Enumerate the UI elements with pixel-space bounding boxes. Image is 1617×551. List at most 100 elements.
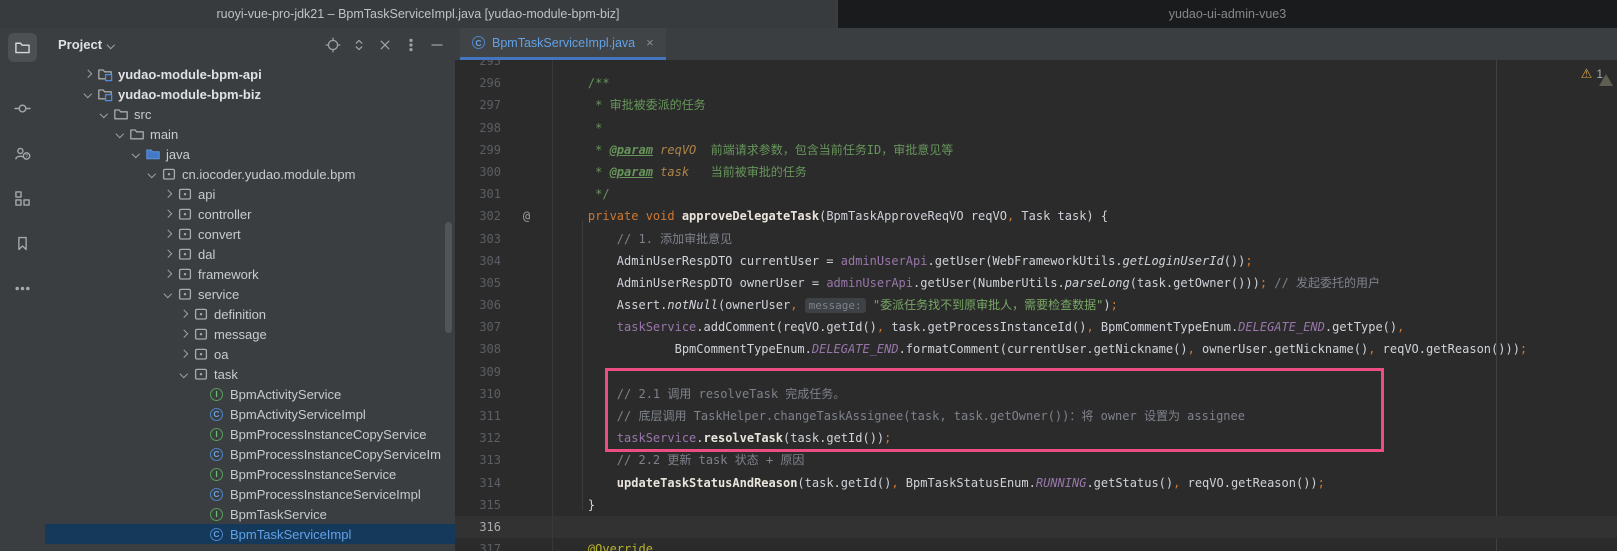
code-line-315[interactable]: 315 } [455,494,1617,516]
gutter[interactable]: 313 [455,449,553,471]
code-line-314[interactable]: 314 updateTaskStatusAndReason(task.getId… [455,472,1617,494]
code-editor[interactable]: 295296 /**297 * 审批被委派的任务298 *299 * @para… [455,60,1617,551]
chevron-right-icon[interactable] [159,246,176,262]
code-line-306[interactable]: 306 Assert.notNull(ownerUser, message: "… [455,294,1617,316]
tree-item-controller[interactable]: controller [45,204,455,224]
chevron-right-icon[interactable] [175,306,192,322]
chevron-right-icon[interactable] [175,346,192,362]
activity-more-tools-icon[interactable] [8,274,37,303]
tree-item-yudao-module-bpm-api[interactable]: yudao-module-bpm-api [45,64,455,84]
code-line-299[interactable]: 299 * @param reqVO 前端请求参数，包含当前任务ID，审批意见等 [455,139,1617,161]
code-line-316[interactable]: 316 [455,516,1617,538]
front-window-titlebar[interactable]: ruoyi-vue-pro-jdk21 – BpmTaskServiceImpl… [0,0,836,28]
chevron-down-icon[interactable] [79,86,96,102]
activity-project-folder-icon[interactable] [8,33,37,62]
code-line-301[interactable]: 301 */ [455,183,1617,205]
tree-item-oa[interactable]: oa [45,344,455,364]
activity-community-help-icon[interactable]: ? [8,139,37,168]
activity-commit-icon[interactable] [8,94,37,123]
line-number[interactable]: 307 [455,316,501,338]
activity-structure-icon[interactable] [8,184,37,213]
gutter[interactable]: 304 [455,250,553,272]
tree-item-main[interactable]: main [45,124,455,144]
close-icon[interactable]: × [646,35,654,50]
chevron-right-icon[interactable] [159,206,176,222]
more-options-icon[interactable] [403,37,419,53]
line-number[interactable]: 312 [455,427,501,449]
activity-bookmarks-icon[interactable] [8,229,37,258]
tree-scrollbar-thumb[interactable] [445,222,452,333]
line-number[interactable]: 314 [455,472,501,494]
tree-item-bpmtaskserviceimpl[interactable]: CBpmTaskServiceImpl [45,524,455,544]
line-number[interactable]: 296 [455,72,501,94]
chevron-down-icon[interactable] [107,41,115,49]
code-line-304[interactable]: 304 AdminUserRespDTO currentUser = admin… [455,250,1617,272]
gutter[interactable]: 303 [455,228,553,250]
gutter[interactable]: 301 [455,183,553,205]
chevron-right-icon[interactable] [159,226,176,242]
gutter[interactable]: 306 [455,294,553,316]
collapse-all-icon[interactable] [377,37,393,53]
tree-item-bpmprocessinstancecopyservice[interactable]: IBpmProcessInstanceCopyService [45,424,455,444]
line-number[interactable]: 309 [455,361,501,383]
line-number[interactable]: 317 [455,538,501,551]
gutter[interactable]: 300 [455,161,553,183]
tree-item-service[interactable]: service [45,284,455,304]
line-number[interactable]: 305 [455,272,501,294]
gutter[interactable]: 297 [455,94,553,116]
line-number[interactable]: 315 [455,494,501,516]
code-line-313[interactable]: 313 // 2.2 更新 task 状态 + 原因 [455,449,1617,471]
code-line-296[interactable]: 296 /** [455,72,1617,94]
chevron-right-icon[interactable] [159,186,176,202]
chevron-down-icon[interactable] [127,146,144,162]
code-line-297[interactable]: 297 * 审批被委派的任务 [455,94,1617,116]
inspections-widget[interactable]: ⚠ 1 [1581,66,1603,82]
line-number[interactable]: 316 [455,516,501,538]
tree-item-bpmprocessinstancecopyserviceim[interactable]: CBpmProcessInstanceCopyServiceIm [45,444,455,464]
code-line-307[interactable]: 307 taskService.addComment(reqVO.getId()… [455,316,1617,338]
gutter[interactable]: 302@ [455,205,553,227]
code-line-308[interactable]: 308 BpmCommentTypeEnum.DELEGATE_END.form… [455,338,1617,360]
line-number[interactable]: 306 [455,294,501,316]
tree-item-bpmactivityservice[interactable]: IBpmActivityService [45,384,455,404]
line-number[interactable]: 308 [455,338,501,360]
tree-item-convert[interactable]: convert [45,224,455,244]
tree-item-definition[interactable]: definition [45,304,455,324]
line-number[interactable]: 298 [455,117,501,139]
tree-item-message[interactable]: message [45,324,455,344]
gutter[interactable]: 298 [455,117,553,139]
code-line-317[interactable]: 317 @Override [455,538,1617,551]
gutter[interactable]: 316 [455,516,553,538]
chevron-down-icon[interactable] [143,166,160,182]
code-line-305[interactable]: 305 AdminUserRespDTO ownerUser = adminUs… [455,272,1617,294]
tree-item-bpmprocessinstanceserviceimpl[interactable]: CBpmProcessInstanceServiceImpl [45,484,455,504]
project-panel-title[interactable]: Project [58,37,102,52]
hide-panel-icon[interactable] [429,37,445,53]
gutter[interactable]: 295 [455,60,553,72]
tree-item-bpmprocessinstanceservice[interactable]: IBpmProcessInstanceService [45,464,455,484]
tab-bpmtaskserviceimpl[interactable]: C BpmTaskServiceImpl.java × [460,28,666,60]
tree-item-api[interactable]: api [45,184,455,204]
line-number[interactable]: 304 [455,250,501,272]
gutter[interactable]: 308 [455,338,553,360]
tree-item-framework[interactable]: framework [45,264,455,284]
tree-item-cn.iocoder.yudao.module.bpm[interactable]: cn.iocoder.yudao.module.bpm [45,164,455,184]
chevron-right-icon[interactable] [175,326,192,342]
gutter[interactable]: 312 [455,427,553,449]
tree-item-dal[interactable]: dal [45,244,455,264]
line-number[interactable]: 311 [455,405,501,427]
line-number[interactable]: 303 [455,228,501,250]
line-number[interactable]: 297 [455,94,501,116]
line-number[interactable]: 299 [455,139,501,161]
gutter[interactable]: 310 [455,383,553,405]
line-number[interactable]: 313 [455,449,501,471]
tree-item-src[interactable]: src [45,104,455,124]
tree-item-partial[interactable] [45,544,455,551]
gutter[interactable]: 317 [455,538,553,551]
code-line-300[interactable]: 300 * @param task 当前被审批的任务 [455,161,1617,183]
line-number[interactable]: 302 [455,205,501,227]
locate-icon[interactable] [325,37,341,53]
line-number[interactable]: 301 [455,183,501,205]
tree-item-bpmtaskservice[interactable]: IBpmTaskService [45,504,455,524]
gutter[interactable]: 296 [455,72,553,94]
